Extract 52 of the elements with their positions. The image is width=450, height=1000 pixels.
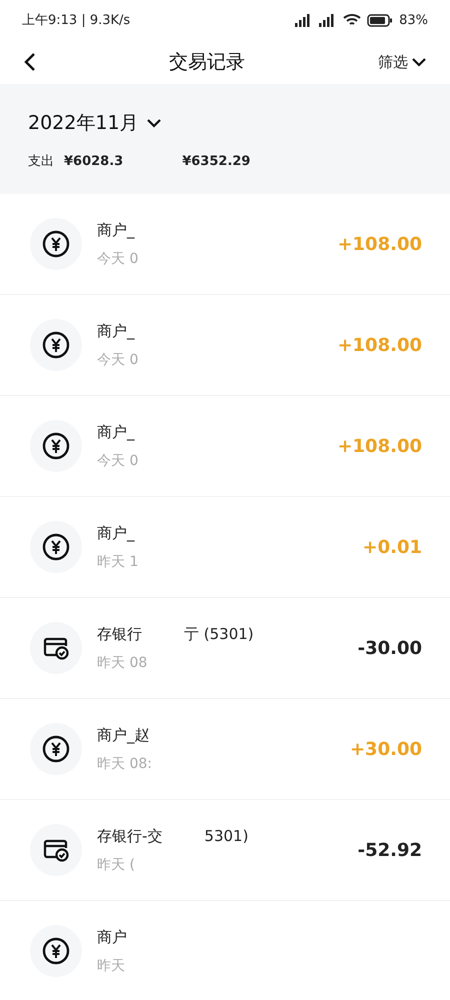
transaction-title: 商户_ (97, 524, 134, 542)
transaction-amount: -30.00 (358, 638, 422, 658)
chevron-down-icon (146, 118, 161, 128)
chevron-down-icon (412, 58, 426, 66)
yen-coin-icon (42, 937, 70, 965)
yen-coin-icon (42, 735, 70, 763)
transaction-time: 昨天 ( (97, 856, 136, 874)
transaction-title: 存银行 (97, 624, 142, 644)
transaction-title: 商户_ (97, 422, 134, 442)
transaction-time: 昨天 08 (97, 654, 148, 672)
filter-button[interactable]: 筛选 (378, 52, 426, 72)
transaction-title: 亍 (5301) (184, 624, 254, 644)
transaction-time: 昨天 08: (97, 754, 153, 772)
transaction-row[interactable]: 商户 昨天 (0, 901, 450, 1000)
transaction-row[interactable]: 商户_ 昨天 1 +0.01 (0, 497, 450, 598)
transaction-time: 今天 0 (97, 250, 140, 268)
transaction-time: 今天 0 (97, 452, 140, 470)
yen-coin-icon (42, 230, 70, 258)
battery-percent: 83% (399, 12, 428, 28)
status-time: 上午9:13 | 9.3K/s (22, 12, 130, 29)
income-amount: ¥6352.29 (182, 154, 250, 168)
transaction-title: 5301) (204, 826, 248, 846)
yen-coin-icon (42, 533, 70, 561)
transaction-time: 昨天 1 (97, 552, 140, 570)
transaction-row[interactable]: 商户_ 今天 0 +108.00 (0, 194, 450, 295)
battery-icon (367, 14, 394, 26)
transaction-time: 昨天 (97, 956, 126, 974)
transaction-title: 商户_ (97, 322, 134, 340)
transaction-amount: +0.01 (362, 536, 422, 558)
page-title: 交易记录 (169, 50, 245, 75)
transaction-title: 商户 (97, 928, 127, 946)
transaction-row[interactable]: 存银行-交 5301) 昨天 ( -52.92 (0, 800, 450, 901)
back-icon[interactable] (24, 52, 36, 72)
transaction-amount: +30.00 (350, 738, 422, 760)
month-selector[interactable]: 2022年11月 (28, 110, 422, 136)
transaction-amount: -52.92 (358, 840, 422, 860)
expense-label: 支出 (28, 153, 54, 170)
transaction-row[interactable]: 商户_赵 昨天 08: +30.00 (0, 699, 450, 800)
transaction-amount: +108.00 (337, 234, 422, 254)
transaction-row[interactable]: 商户_ 今天 0 +108.00 (0, 396, 450, 497)
transaction-title: 商户_赵 (97, 726, 150, 744)
wifi-icon (343, 13, 362, 27)
transaction-row[interactable]: 存银行 亍 (5301) 昨天 08 -30.00 (0, 598, 450, 699)
expense-amount: ¥6028.3 (64, 154, 124, 168)
yen-coin-icon (42, 331, 70, 359)
transaction-title: 存银行-交 (97, 826, 162, 846)
transaction-amount: +108.00 (337, 436, 422, 456)
yen-coin-icon (42, 432, 70, 460)
transaction-time: 今天 0 (97, 350, 140, 368)
transaction-title: 商户_ (97, 220, 134, 240)
transaction-amount: +108.00 (337, 334, 422, 356)
transaction-row[interactable]: 商户_ 今天 0 +108.00 (0, 295, 450, 396)
